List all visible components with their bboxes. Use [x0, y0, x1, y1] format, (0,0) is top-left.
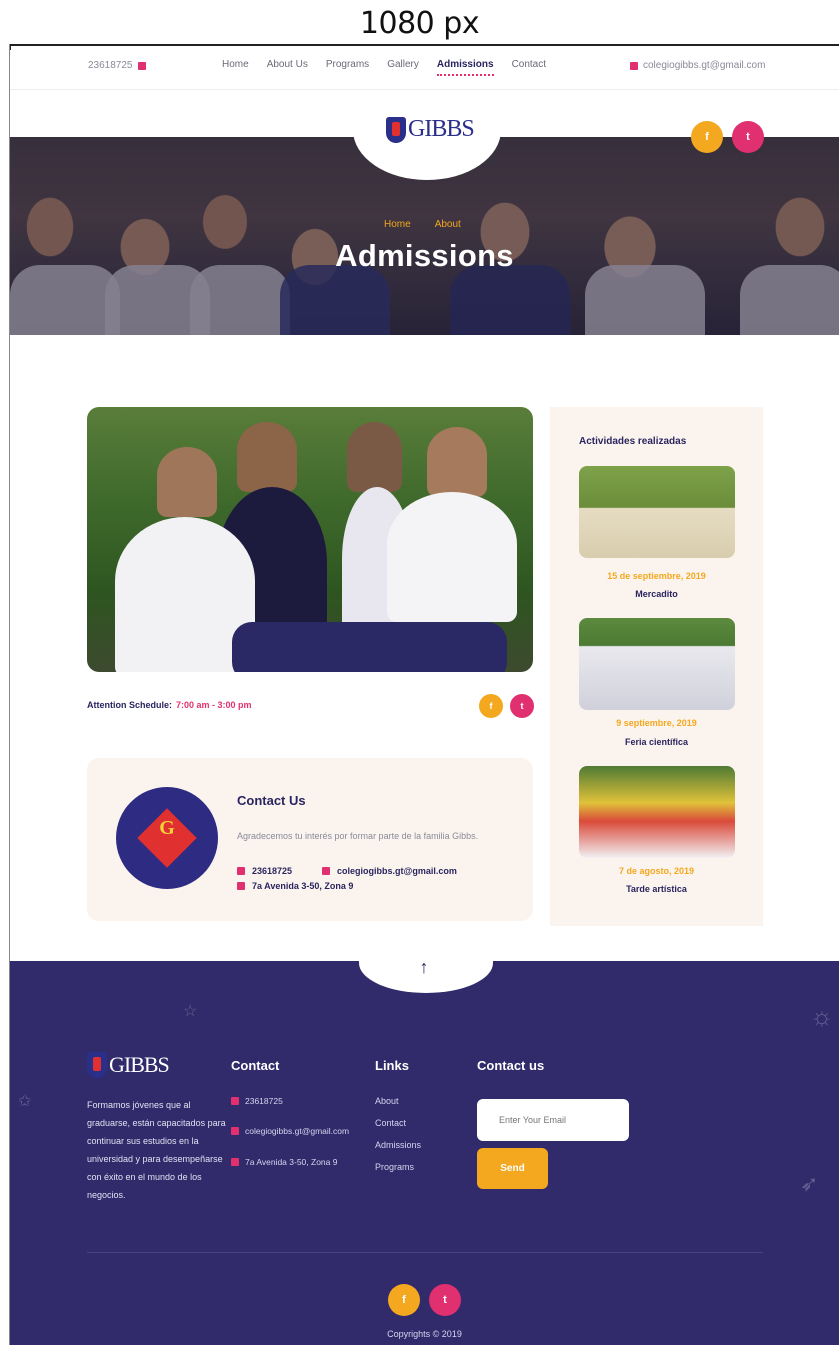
star-doodle-icon: ✩ — [18, 1093, 32, 1110]
contact-card: G Contact Us Agradecemos tu interés por … — [87, 758, 533, 921]
activity-name[interactable]: Feria científica — [550, 737, 763, 747]
map-icon — [237, 882, 245, 890]
breadcrumb: Home About — [384, 219, 461, 230]
footer-email-text: colegiogibbs.gt@gmail.com — [245, 1126, 350, 1136]
brand-name: GIBBS — [408, 116, 475, 142]
photo-figure — [427, 427, 487, 497]
footer-email[interactable]: colegiogibbs.gt@gmail.com — [231, 1124, 349, 1138]
facebook-icon[interactable]: f — [479, 694, 503, 718]
topbar-email-text: colegiogibbs.gt@gmail.com — [643, 60, 766, 71]
activity-date: 15 de septiembre, 2019 — [607, 571, 706, 581]
nav-about-us[interactable]: About Us — [267, 59, 308, 70]
contact-card-email[interactable]: colegiogibbs.gt@gmail.com — [337, 866, 457, 876]
send-button[interactable]: Send — [477, 1148, 548, 1189]
schedule-time: 7:00 am - 3:00 pm — [176, 700, 252, 710]
footer-logo[interactable]: GIBBS — [87, 1052, 170, 1078]
schedule-label: Attention Schedule: — [87, 700, 172, 710]
activity-date: 9 septiembre, 2019 — [616, 718, 697, 728]
footer-link-admissions[interactable]: Admissions — [375, 1140, 421, 1150]
twitter-icon[interactable]: t — [510, 694, 534, 718]
sidebar-title: Actividades realizadas — [579, 436, 687, 447]
activity-image[interactable] — [579, 618, 735, 710]
activity-image[interactable] — [579, 766, 735, 858]
newsletter-email-input[interactable] — [477, 1099, 629, 1141]
footer-phone-text: 23618725 — [245, 1096, 283, 1106]
topbar-phone-text: 23618725 — [88, 60, 133, 71]
page-title: Admissions — [335, 238, 514, 273]
phone-icon — [231, 1097, 239, 1105]
star-doodle-icon: ☆ — [183, 1003, 198, 1020]
copyright: Copyrights © 2019 — [387, 1329, 462, 1339]
top-bar: 23618725 Home About Us Programs Gallery … — [10, 50, 839, 90]
content-social-links: f t — [479, 694, 534, 718]
footer-contact-heading: Contact — [231, 1058, 280, 1073]
footer-link-about[interactable]: About — [375, 1096, 399, 1106]
header-logo[interactable]: GIBBS — [386, 116, 475, 143]
photo-figure — [347, 422, 402, 492]
footer-divider — [87, 1252, 763, 1253]
width-annotation-label: 1080 px — [359, 6, 480, 41]
nav-contact[interactable]: Contact — [512, 59, 546, 70]
mail-icon — [322, 867, 331, 875]
emblem-letters: G — [159, 817, 175, 839]
shield-icon — [386, 116, 406, 143]
attention-schedule: Attention Schedule: 7:00 am - 3:00 pm — [87, 700, 252, 710]
footer-social-links: f t — [388, 1284, 461, 1316]
main-nav: Home About Us Programs Gallery Admission… — [222, 59, 546, 76]
twitter-icon[interactable]: t — [429, 1284, 461, 1316]
footer-brand-name: GIBBS — [109, 1052, 170, 1077]
contact-card-phone[interactable]: 23618725 — [252, 866, 292, 876]
footer-phone[interactable]: 23618725 — [231, 1094, 283, 1108]
phone-icon — [137, 61, 146, 70]
contact-card-phone-email: 23618725 colegiogibbs.gt@gmail.com — [237, 866, 457, 876]
sun-doodle-icon: ☼ — [810, 1001, 834, 1031]
breadcrumb-about[interactable]: About — [435, 219, 461, 230]
activity-date: 7 de agosto, 2019 — [618, 866, 695, 876]
mail-icon — [630, 61, 638, 70]
width-annotation-line — [9, 44, 839, 46]
footer-description: Formamos jóvenes que al graduarse, están… — [87, 1100, 226, 1200]
topbar-phone[interactable]: 23618725 — [88, 60, 146, 71]
photo-figure — [157, 447, 217, 517]
nav-programs[interactable]: Programs — [326, 59, 369, 70]
back-to-top-icon[interactable]: ↑ — [414, 957, 434, 978]
footer-link-contact[interactable]: Contact — [375, 1118, 406, 1128]
contact-card-address-row: 7a Avenida 3-50, Zona 9 — [237, 881, 353, 891]
contact-card-address: 7a Avenida 3-50, Zona 9 — [252, 881, 354, 891]
rocket-doodle-icon: ➶ — [800, 1171, 819, 1196]
contact-card-text: Agradecemos tu interés por formar parte … — [237, 831, 479, 841]
facebook-icon[interactable]: f — [388, 1284, 420, 1316]
twitter-icon[interactable]: t — [732, 121, 764, 153]
photo-figure — [232, 622, 507, 672]
facebook-icon[interactable]: f — [691, 121, 723, 153]
activities-sidebar: Actividades realizadas 15 de septiembre,… — [550, 407, 763, 926]
photo-figure — [387, 492, 517, 622]
footer-link-programs[interactable]: Programs — [375, 1162, 414, 1172]
footer-newsletter-heading: Contact us — [477, 1058, 545, 1073]
contact-card-title: Contact Us — [237, 793, 306, 808]
nav-admissions[interactable]: Admissions — [436, 59, 494, 76]
shield-icon — [87, 1052, 107, 1078]
hero-social-links: f t — [691, 121, 764, 153]
topbar-email[interactable]: colegiogibbs.gt@gmail.com — [630, 60, 765, 71]
activity-name[interactable]: Tarde artística — [550, 884, 763, 894]
activity-image[interactable] — [579, 466, 735, 558]
footer-links-heading: Links — [375, 1058, 409, 1073]
breadcrumb-home[interactable]: Home — [384, 219, 411, 230]
footer-address: 7a Avenida 3-50, Zona 9 — [231, 1155, 351, 1169]
admissions-photo — [87, 407, 533, 672]
photo-figure — [237, 422, 297, 492]
activity-name[interactable]: Mercadito — [550, 589, 763, 599]
nav-gallery[interactable]: Gallery — [387, 59, 419, 70]
mail-icon — [231, 1127, 239, 1135]
nav-home[interactable]: Home — [222, 59, 249, 70]
gibbs-emblem: G — [116, 787, 218, 889]
map-icon — [231, 1158, 239, 1166]
phone-icon — [237, 867, 245, 875]
footer-address-text: 7a Avenida 3-50, Zona 9 — [245, 1157, 338, 1167]
